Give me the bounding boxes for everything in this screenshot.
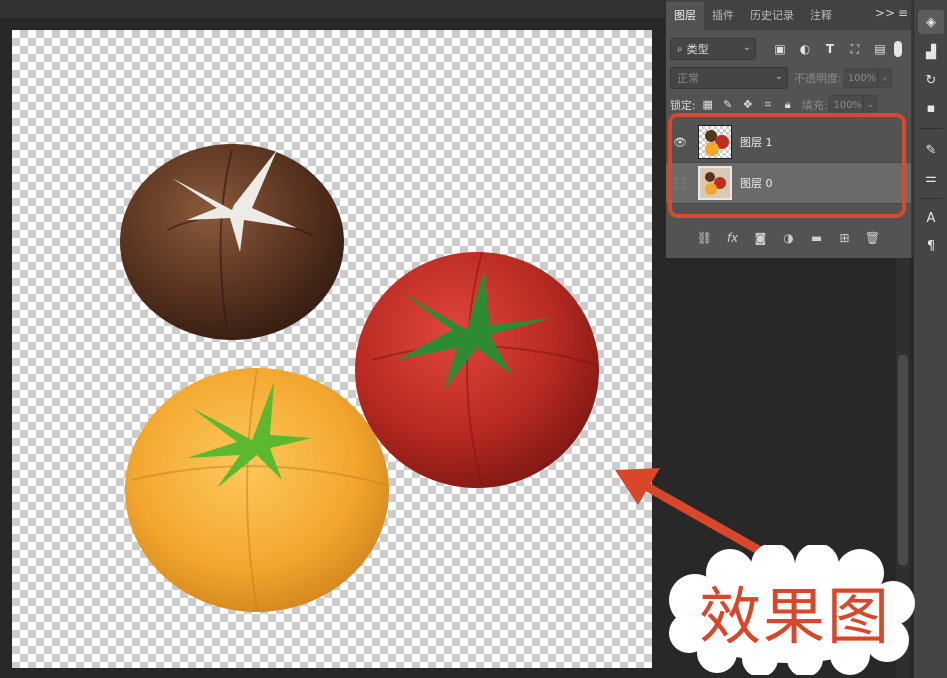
shape-filter-icon[interactable]: ⛶	[847, 41, 863, 57]
paragraph-icon[interactable]: ¶	[918, 234, 944, 258]
orange-ball	[125, 368, 389, 612]
lock-label: 锁定:	[670, 99, 696, 112]
canvas-artwork	[120, 144, 599, 612]
fill-input[interactable]: 100%	[829, 95, 864, 115]
trash-icon[interactable]: 🗑︎	[865, 231, 881, 245]
blend-mode-value: 正常	[677, 72, 699, 85]
tab-layers[interactable]: 图层	[666, 2, 704, 30]
filter-toggle[interactable]	[894, 41, 902, 57]
fill-dropdown-icon[interactable]: ⌄	[863, 95, 878, 115]
history-icon[interactable]: ↻	[918, 68, 944, 92]
lock-transparency-icon[interactable]: ▦	[702, 98, 714, 112]
divider	[920, 198, 942, 199]
mask-icon[interactable]: ◙	[753, 231, 769, 245]
layer-filter-select[interactable]: ⌕ 类型 ⌄	[670, 38, 756, 60]
red-ball	[355, 251, 599, 488]
folder-icon[interactable]: ▬	[809, 231, 825, 245]
tab-history[interactable]: 历史记录	[742, 2, 802, 30]
lock-position-icon[interactable]: ✥	[742, 98, 754, 112]
layer-actions-bar: ⛓︎ fx ◙ ◑ ▬ ⊞ 🗑︎	[666, 226, 911, 250]
plugin-icon[interactable]: ▟	[918, 40, 944, 64]
document-canvas[interactable]	[12, 30, 652, 668]
filter-row: ⌕ 类型 ⌄ ▣ ◐ T ⛶ ▤	[670, 38, 907, 60]
caption-text: 效果图	[698, 580, 891, 653]
tab-plugins[interactable]: 插件	[704, 2, 742, 30]
lock-artboard-icon[interactable]: ⌗	[762, 98, 774, 112]
lock-pixels-icon[interactable]: ✎	[722, 98, 734, 112]
adjustment-filter-icon[interactable]: ◐	[797, 41, 813, 57]
smart-object-filter-icon[interactable]: ▤	[872, 41, 888, 57]
dock-scroll-thumb[interactable]	[898, 355, 908, 565]
right-tool-strip: ◈ ▟ ↻ ▪ ✎ ⚌ A ¶	[913, 0, 947, 678]
divider	[920, 128, 942, 129]
new-layer-icon[interactable]: ⊞	[837, 231, 853, 245]
type-filter-icon[interactable]: T	[822, 41, 838, 57]
blend-row: 正常 ⌄ 不透明度: 100% ⌄	[670, 67, 905, 89]
fill-label: 填充:	[801, 99, 828, 112]
lock-row: 锁定: ▦ ✎ ✥ ⌗ 🔒︎ 填充: 100% ⌄	[670, 95, 905, 115]
top-strip	[0, 0, 665, 18]
opacity-dropdown-icon[interactable]: ⌄	[877, 68, 892, 88]
menu-icon[interactable]: ≡	[898, 6, 908, 20]
search-icon: ⌕	[677, 43, 683, 55]
layers-highlight-box	[668, 113, 906, 218]
comment-icon[interactable]: ▪	[918, 96, 944, 120]
adjustment-icon[interactable]: ◑	[781, 231, 797, 245]
opacity-input[interactable]: 100%	[843, 68, 878, 88]
brush-icon[interactable]: ✎	[918, 138, 944, 162]
filter-label: 类型	[686, 43, 709, 56]
adjust-icon[interactable]: ⚌	[918, 166, 944, 190]
chevron-down-icon: ⌄	[774, 71, 783, 82]
more-tabs-icon[interactable]: >>	[875, 6, 895, 20]
fx-icon[interactable]: fx	[725, 231, 741, 245]
link-icon[interactable]: ⛓︎	[697, 231, 713, 245]
chevron-down-icon: ⌄	[742, 42, 751, 53]
image-filter-icon[interactable]: ▣	[772, 41, 788, 57]
blend-mode-select[interactable]: 正常 ⌄	[670, 67, 788, 89]
brown-ball	[120, 144, 344, 340]
tab-notes[interactable]: 注释	[802, 2, 840, 30]
panel-tabs: 图层 插件 历史记录 注释 >> ≡	[666, 0, 911, 30]
lock-all-icon[interactable]: 🔒︎	[782, 98, 794, 112]
opacity-label: 不透明度:	[794, 72, 842, 85]
character-icon[interactable]: A	[918, 206, 944, 230]
layers-icon[interactable]: ◈	[918, 10, 944, 34]
